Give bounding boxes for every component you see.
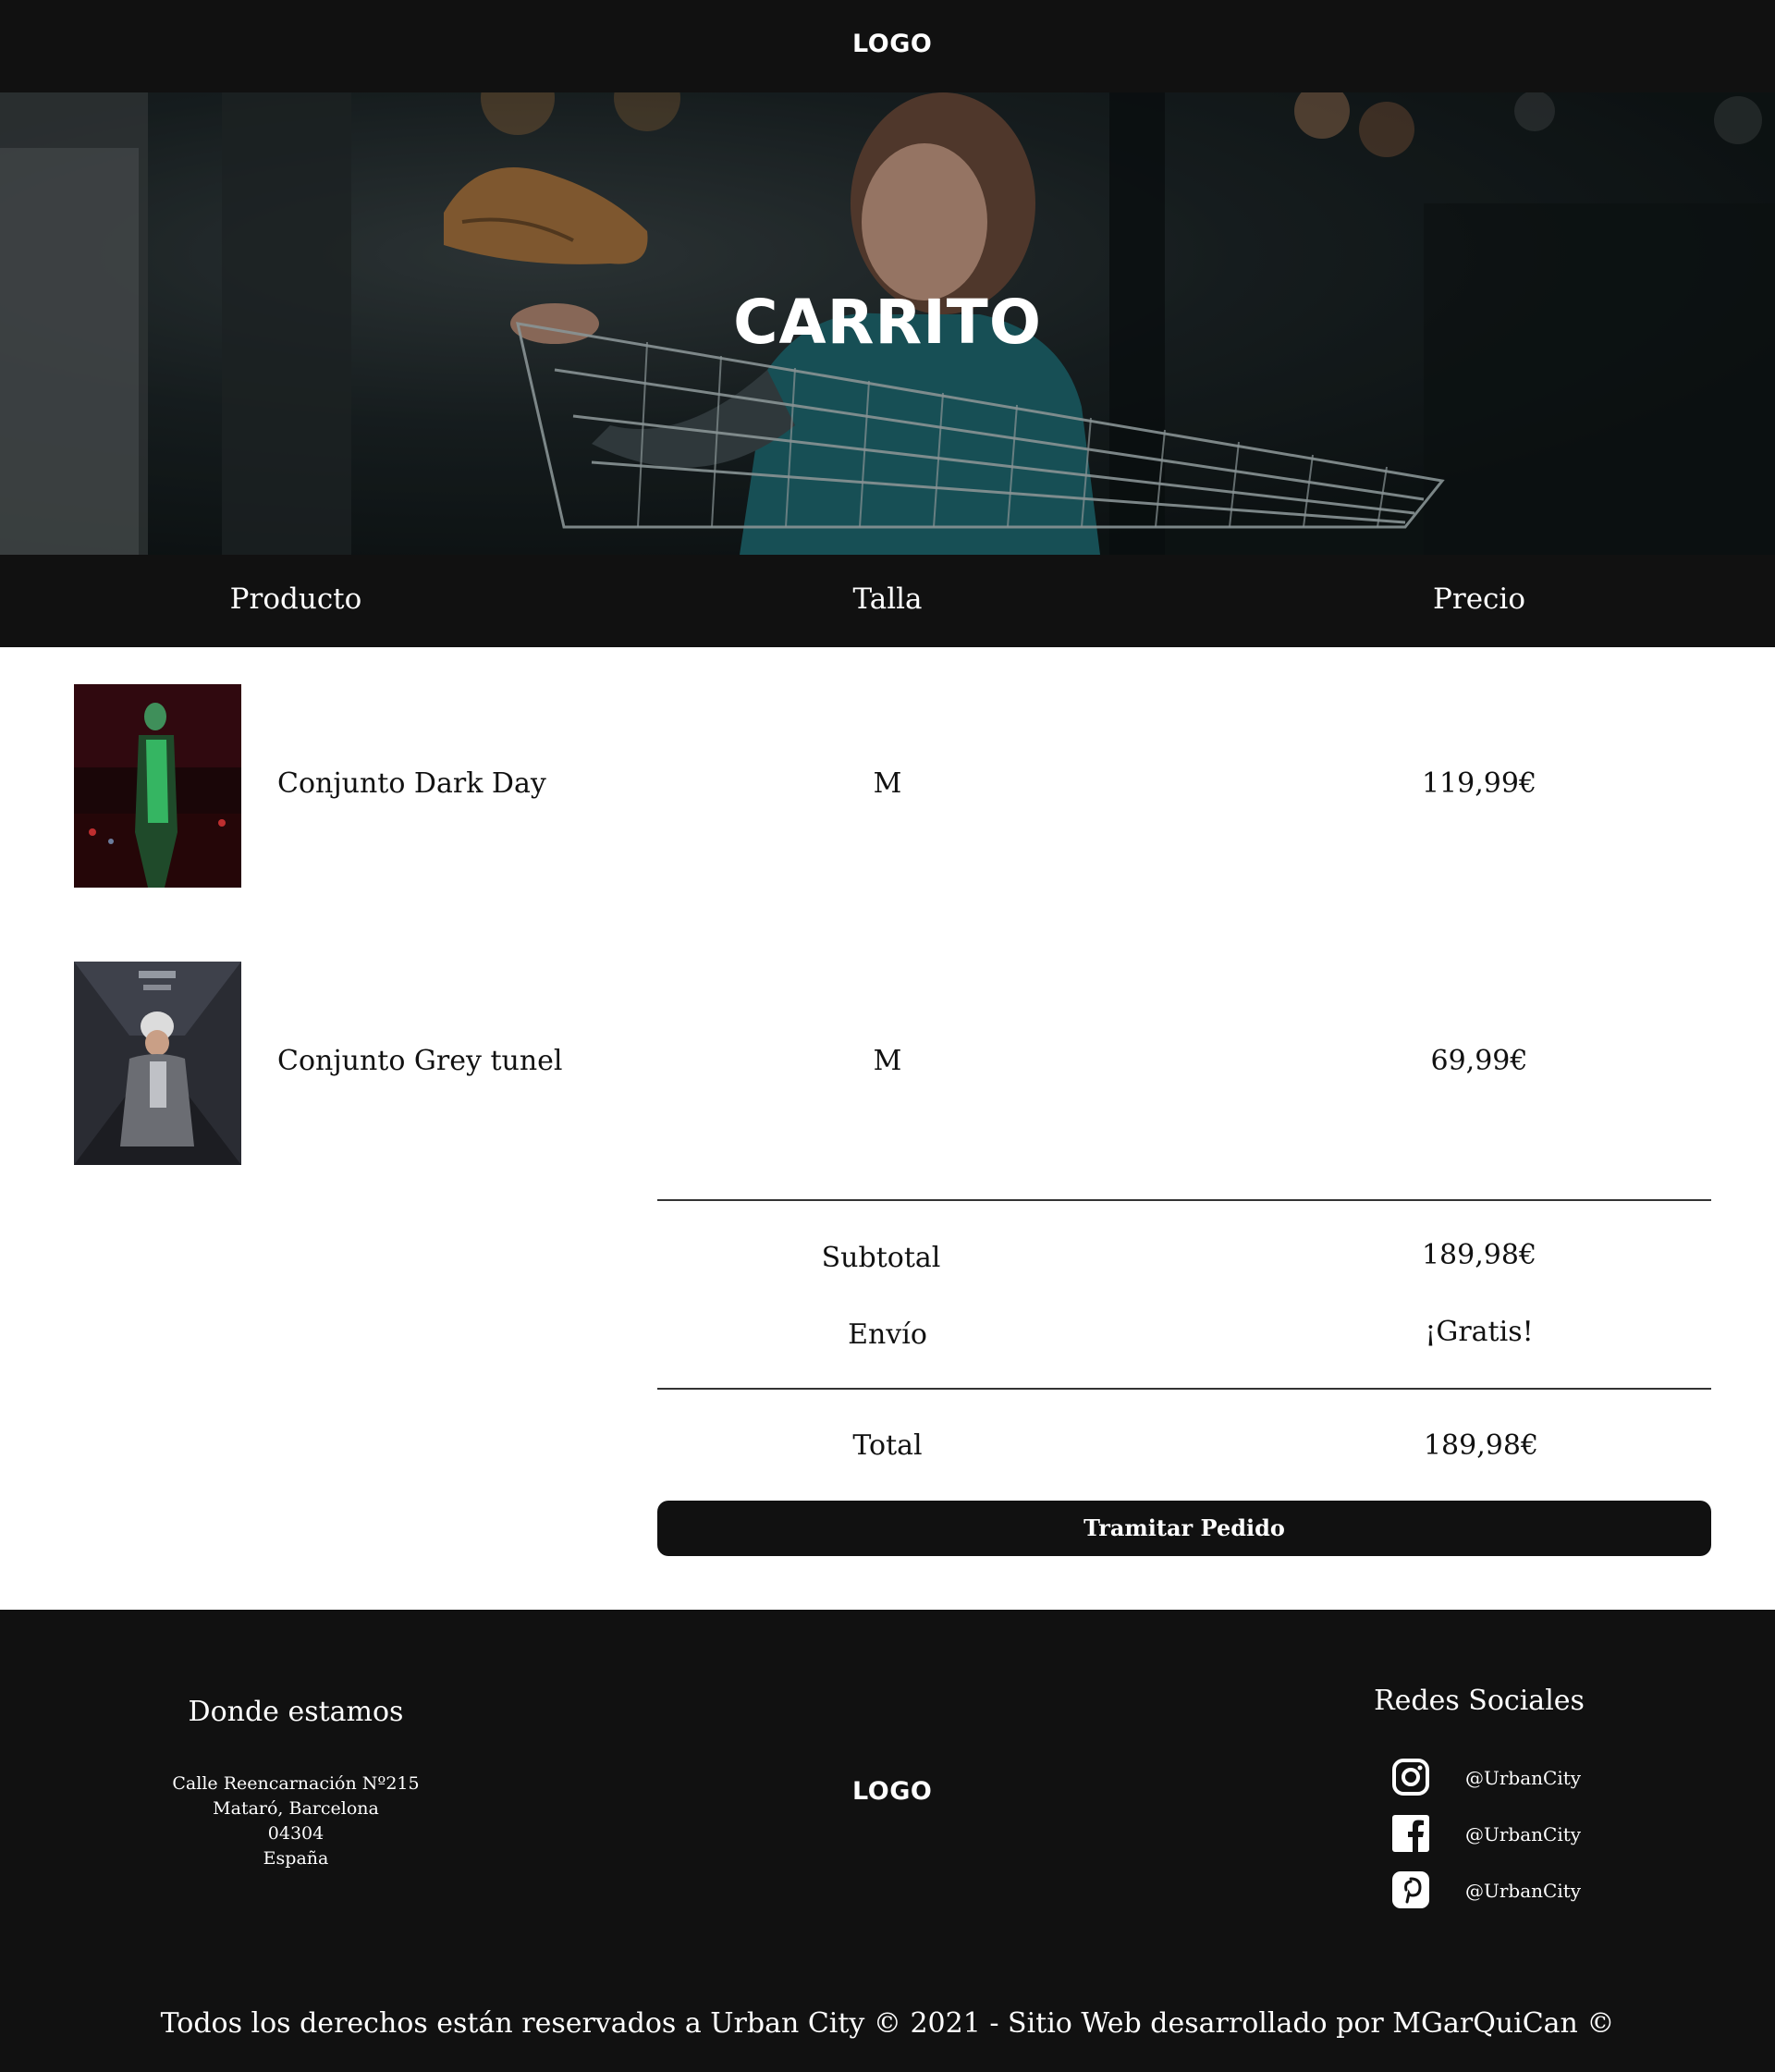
social-handle: @UrbanCity: [1465, 1823, 1582, 1845]
social-handle: @UrbanCity: [1465, 1767, 1582, 1789]
address-block: Calle Reencarnación Nº215 Mataró, Barcel…: [111, 1772, 481, 1871]
column-header-size: Talla: [852, 582, 923, 616]
column-header-product: Producto: [229, 582, 362, 616]
product-thumbnail[interactable]: [74, 684, 241, 888]
column-header-price: Precio: [1433, 582, 1525, 616]
page-title: CARRITO: [733, 287, 1042, 358]
social-title: Redes Sociales: [1374, 1685, 1585, 1717]
shipping-label: Envío: [848, 1318, 927, 1351]
cart-table-header: Producto Talla Precio: [0, 555, 1775, 647]
product-price: 69,99€: [1430, 1045, 1528, 1077]
copyright-text: Todos los derechos están reservados a Ur…: [160, 2007, 1615, 2040]
instagram-icon: [1392, 1759, 1429, 1796]
summary-divider: [657, 1199, 1711, 1201]
checkout-button[interactable]: Tramitar Pedido: [657, 1501, 1711, 1556]
subtotal-label: Subtotal: [821, 1242, 941, 1274]
product-price: 119,99€: [1421, 767, 1537, 800]
header-logo[interactable]: LOGO: [852, 30, 932, 58]
product-size: M: [873, 1045, 902, 1077]
pinterest-icon: [1392, 1871, 1429, 1908]
total-label: Total: [852, 1429, 923, 1462]
subtotal-value: 189,98€: [1421, 1239, 1537, 1271]
cart-row: Conjunto Dark Day M 119,99€: [0, 684, 1775, 888]
address-line: Calle Reencarnación Nº215: [172, 1773, 420, 1794]
summary-divider: [657, 1388, 1711, 1390]
footer: Donde estamos Calle Reencarnación Nº215 …: [0, 1610, 1775, 2072]
product-thumbnail[interactable]: [74, 962, 241, 1165]
shipping-value: ¡Gratis!: [1425, 1316, 1534, 1348]
location-title: Donde estamos: [188, 1696, 404, 1728]
product-size: M: [873, 767, 902, 800]
address-line: 04304: [267, 1823, 324, 1844]
hero-banner: CARRITO: [0, 92, 1775, 555]
facebook-icon: [1392, 1815, 1429, 1852]
product-name[interactable]: Conjunto Grey tunel: [277, 1045, 563, 1077]
cart-row: Conjunto Grey tunel M 69,99€: [0, 962, 1775, 1165]
social-handle: @UrbanCity: [1465, 1880, 1582, 1902]
total-value: 189,98€: [1423, 1429, 1539, 1462]
product-name[interactable]: Conjunto Dark Day: [277, 767, 546, 800]
address-line: España: [263, 1848, 329, 1869]
top-navbar: LOGO: [0, 0, 1775, 92]
address-line: Mataró, Barcelona: [213, 1798, 379, 1819]
footer-logo[interactable]: LOGO: [852, 1777, 932, 1806]
